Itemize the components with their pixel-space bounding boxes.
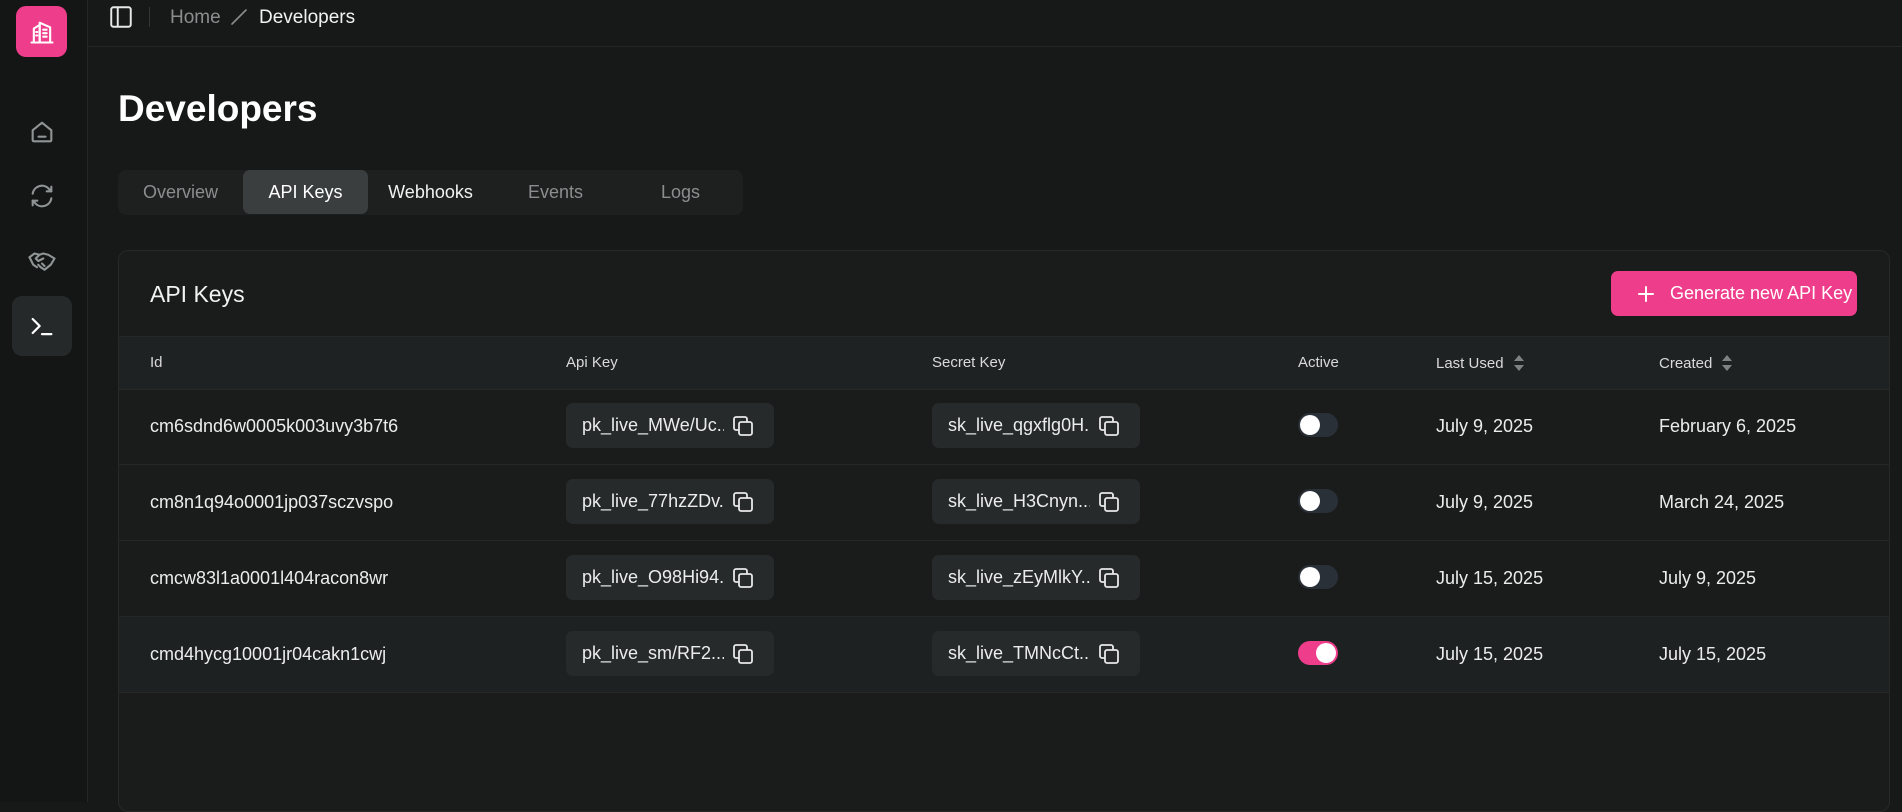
tab-events[interactable]: Events bbox=[493, 170, 618, 215]
active-toggle[interactable] bbox=[1298, 489, 1338, 513]
created-date: July 9, 2025 bbox=[1659, 568, 1757, 588]
toggle-knob bbox=[1316, 643, 1336, 663]
copy-icon bbox=[733, 415, 753, 436]
plus-icon bbox=[1638, 285, 1654, 302]
sidebar-toggle-button[interactable] bbox=[107, 3, 135, 31]
secret-key-field: sk_live_zEyMlkY... bbox=[932, 555, 1140, 600]
column-header-created-label: Created bbox=[1659, 354, 1713, 372]
created-date: July 15, 2025 bbox=[1659, 644, 1767, 664]
api-keys-card: API Keys Generate new API Key Id Api Key… bbox=[118, 250, 1890, 812]
secret-key-value: sk_live_qgxflg0H... bbox=[948, 415, 1090, 435]
api-key-value: pk_live_O98Hi94... bbox=[582, 567, 724, 587]
api-key-value: pk_live_sm/RF2... bbox=[582, 643, 724, 663]
building-icon bbox=[29, 21, 54, 44]
column-header-id: Id bbox=[150, 354, 163, 371]
copy-icon bbox=[1099, 643, 1119, 664]
page-title: Developers bbox=[118, 88, 318, 129]
tab-webhooks[interactable]: Webhooks bbox=[368, 170, 493, 215]
key-id: cm6sdnd6w0005k003uvy3b7t6 bbox=[150, 416, 399, 436]
column-header-api-key: Api Key bbox=[566, 354, 618, 371]
secret-key-field: sk_live_H3Cnyn... bbox=[932, 479, 1140, 524]
toggle-knob bbox=[1300, 491, 1320, 511]
copy-icon bbox=[733, 491, 753, 512]
toggle-knob bbox=[1300, 415, 1320, 435]
sidebar bbox=[0, 0, 88, 802]
created-date: March 24, 2025 bbox=[1659, 492, 1785, 512]
card-title: API Keys bbox=[150, 281, 245, 307]
api-key-field: pk_live_MWe/Uc... bbox=[566, 403, 774, 448]
api-key-field: pk_live_77hzZDv... bbox=[566, 479, 774, 524]
column-header-last-used[interactable]: Last Used bbox=[1436, 354, 1525, 372]
secret-key-field: sk_live_TMNcCt... bbox=[932, 631, 1140, 676]
breadcrumb-current: Developers bbox=[259, 7, 356, 28]
api-key-value: pk_live_MWe/Uc... bbox=[582, 415, 724, 435]
secret-key-value: sk_live_H3Cnyn... bbox=[948, 491, 1090, 511]
copy-api-key-button[interactable] bbox=[730, 413, 756, 439]
copy-api-key-button[interactable] bbox=[730, 565, 756, 591]
copy-icon bbox=[1099, 491, 1119, 512]
handshake-icon bbox=[28, 252, 56, 271]
column-header-created[interactable]: Created bbox=[1659, 354, 1733, 372]
key-id: cmcw83l1a0001l404racon8wr bbox=[150, 568, 389, 588]
breadcrumb-home[interactable]: Home bbox=[170, 7, 221, 29]
created-date: February 6, 2025 bbox=[1659, 416, 1797, 436]
tab-bar: Overview API Keys Webhooks Events Logs bbox=[118, 170, 743, 215]
copy-icon bbox=[733, 643, 753, 664]
secret-key-value: sk_live_TMNcCt... bbox=[948, 643, 1090, 663]
toggle-knob bbox=[1300, 567, 1320, 587]
generate-api-key-button[interactable]: Generate new API Key bbox=[1611, 271, 1857, 316]
tab-logs[interactable]: Logs bbox=[618, 170, 743, 215]
copy-secret-key-button[interactable] bbox=[1096, 489, 1122, 515]
sort-icon bbox=[1722, 355, 1733, 371]
tab-overview[interactable]: Overview bbox=[118, 170, 243, 215]
tab-api-keys[interactable]: API Keys bbox=[243, 170, 368, 214]
copy-api-key-button[interactable] bbox=[730, 489, 756, 515]
table-header: Id Api Key Secret Key Active Last Used C… bbox=[119, 336, 1889, 390]
copy-secret-key-button[interactable] bbox=[1096, 565, 1122, 591]
slash-separator-icon bbox=[231, 9, 247, 25]
key-id: cm8n1q94o0001jp037sczvspo bbox=[150, 492, 394, 512]
column-header-last-used-label: Last Used bbox=[1436, 354, 1504, 372]
table-row: cm6sdnd6w0005k003uvy3b7t6 pk_live_MWe/Uc… bbox=[119, 389, 1889, 465]
copy-secret-key-button[interactable] bbox=[1096, 641, 1122, 667]
sort-icon bbox=[1513, 355, 1524, 371]
home-icon bbox=[31, 121, 53, 143]
app-logo[interactable] bbox=[16, 6, 67, 57]
table-row: cmcw83l1a0001l404racon8wr pk_live_O98Hi9… bbox=[119, 541, 1889, 617]
secret-key-value: sk_live_zEyMlkY... bbox=[948, 567, 1090, 587]
api-key-value: pk_live_77hzZDv... bbox=[582, 491, 724, 511]
key-id: cmd4hycg10001jr04cakn1cwj bbox=[150, 644, 387, 664]
refresh-icon bbox=[31, 184, 53, 208]
column-header-active: Active bbox=[1298, 354, 1339, 371]
table-row: cm8n1q94o0001jp037sczvspo pk_live_77hzZD… bbox=[119, 465, 1889, 541]
copy-icon bbox=[1099, 567, 1119, 588]
sidebar-panel-icon bbox=[110, 6, 132, 28]
sidebar-item-partners[interactable] bbox=[12, 231, 72, 291]
copy-icon bbox=[1099, 415, 1119, 436]
api-key-field: pk_live_sm/RF2... bbox=[566, 631, 774, 676]
copy-api-key-button[interactable] bbox=[730, 641, 756, 667]
top-bar: Home Developers bbox=[88, 0, 1902, 47]
last-used-date: July 15, 2025 bbox=[1436, 644, 1544, 664]
last-used-date: July 15, 2025 bbox=[1436, 568, 1544, 588]
generate-api-key-label: Generate new API Key bbox=[1670, 283, 1853, 303]
terminal-icon bbox=[31, 317, 53, 336]
last-used-date: July 9, 2025 bbox=[1436, 492, 1534, 512]
divider bbox=[149, 7, 150, 27]
sidebar-item-home[interactable] bbox=[12, 102, 72, 162]
copy-icon bbox=[733, 567, 753, 588]
api-key-field: pk_live_O98Hi94... bbox=[566, 555, 774, 600]
column-header-secret-key: Secret Key bbox=[932, 354, 1006, 371]
active-toggle[interactable] bbox=[1298, 413, 1338, 437]
sidebar-item-developers[interactable] bbox=[12, 296, 72, 356]
copy-secret-key-button[interactable] bbox=[1096, 413, 1122, 439]
active-toggle[interactable] bbox=[1298, 565, 1338, 589]
sidebar-item-sync[interactable] bbox=[12, 166, 72, 226]
last-used-date: July 9, 2025 bbox=[1436, 416, 1534, 436]
secret-key-field: sk_live_qgxflg0H... bbox=[932, 403, 1140, 448]
active-toggle[interactable] bbox=[1298, 641, 1338, 665]
table-row: cmd4hycg10001jr04cakn1cwj pk_live_sm/RF2… bbox=[119, 617, 1889, 693]
